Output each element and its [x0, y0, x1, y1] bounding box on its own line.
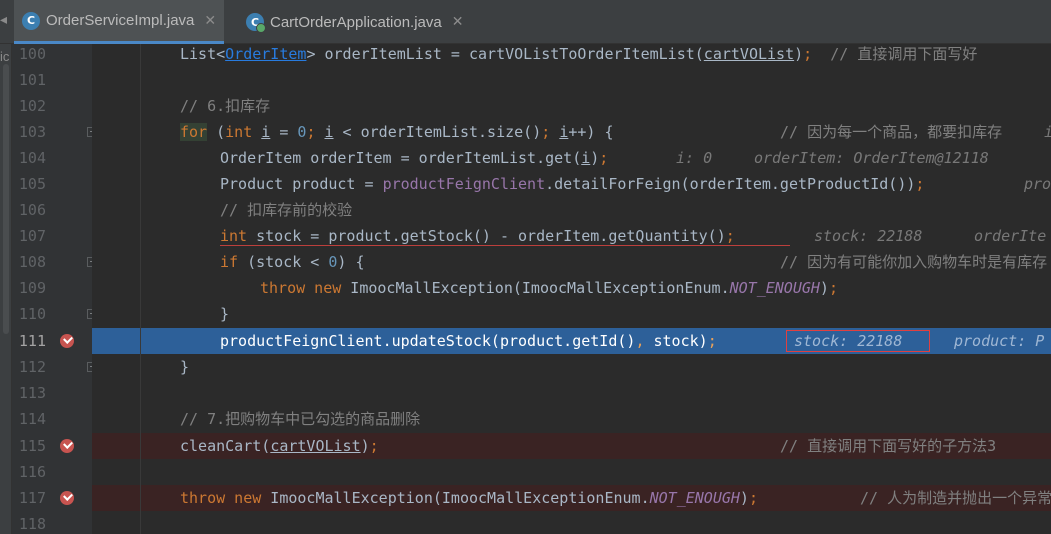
code-line[interactable]: OrderItem orderItem = orderItemList.get(… — [92, 145, 1051, 171]
line-number: 101 — [18, 71, 46, 89]
code-line[interactable]: for (int i = 0; i < orderItemList.size()… — [92, 119, 1051, 145]
code-text: Product product = productFeignClient.det… — [220, 175, 925, 193]
line-number: 115 — [18, 437, 46, 455]
code-line[interactable]: // 扣库存前的校验 — [92, 197, 1051, 223]
line-number: 108 — [18, 253, 46, 271]
line-number: 118 — [18, 515, 46, 533]
line-number: 100 — [18, 45, 46, 63]
line-number: 105 — [18, 175, 46, 193]
code-line[interactable]: int stock = product.getStock() - orderIt… — [92, 223, 1051, 249]
code-text: throw new ImoocMallException(ImoocMallEx… — [180, 489, 758, 507]
code-text: for (int i = 0; i < orderItemList.size()… — [180, 123, 614, 141]
code-text: productFeignClient.updateStock(product.g… — [220, 332, 717, 350]
code-line[interactable]: } — [92, 301, 1051, 327]
scroll-left-icon[interactable]: ◂ — [0, 12, 12, 32]
debug-inline-value: orderIte — [974, 227, 1047, 245]
breakpoint-icon[interactable] — [60, 334, 74, 348]
code-editor[interactable]: List<OrderItem> orderItemList = cartVOLi… — [92, 44, 1051, 534]
code-comment: // 7.把购物车中已勾选的商品删除 — [180, 410, 421, 428]
code-text: } — [180, 358, 190, 376]
code-line[interactable]: Product product = productFeignClient.det… — [92, 171, 1051, 197]
code-line[interactable]: } — [92, 354, 1051, 380]
line-number: 110 — [18, 305, 46, 323]
code-comment: // 因为有可能你加入购物车时是有库存 — [780, 253, 1048, 271]
class-icon: C — [22, 11, 40, 30]
debug-inline-value: product: P — [954, 332, 1045, 350]
close-icon[interactable]: ✕ — [204, 13, 216, 29]
line-number: 113 — [18, 384, 46, 402]
debug-inline-value: pro — [1024, 175, 1051, 193]
structure-panel-edge: ic — [0, 44, 12, 534]
line-number: 114 — [18, 410, 46, 428]
line-number: 112 — [18, 358, 46, 376]
panel-scrollbar[interactable] — [3, 64, 9, 334]
line-number: 117 — [18, 489, 46, 507]
code-comment: // 6.扣库存 — [180, 97, 271, 115]
debug-inline-value: orderItem: OrderItem@12118 — [754, 149, 989, 167]
code-text: List<OrderItem> orderItemList = cartVOLi… — [180, 45, 978, 63]
tab-label: OrderServiceImpl.java — [46, 12, 195, 29]
breakpoint-line[interactable]: throw new ImoocMallException(ImoocMallEx… — [92, 485, 1051, 511]
line-number: 103 — [18, 123, 46, 141]
close-icon[interactable]: ✕ — [452, 14, 464, 30]
tab-cart-order-application[interactable]: C CartOrderApplication.java ✕ — [238, 0, 471, 44]
editor-gutter: 100 101 102 103 104 105 106 107 108 109 … — [12, 44, 97, 534]
code-text: if (stock < 0) { — [220, 253, 365, 271]
debug-inline-value: stock: 22188 — [794, 332, 903, 350]
breakpoint-line[interactable]: cleanCart(cartVOList); // 直接调用下面写好的子方法3 — [92, 433, 1051, 459]
code-text: throw new ImoocMallException(ImoocMallEx… — [260, 279, 838, 297]
indent-guide — [140, 44, 141, 534]
code-text: } — [220, 305, 230, 323]
debug-inline-value: stock: 22188 — [814, 227, 923, 245]
code-comment: // 直接调用下面写好的子方法3 — [780, 437, 997, 455]
code-line[interactable]: if (stock < 0) { // 因为有可能你加入购物车时是有库存 — [92, 249, 1051, 275]
tab-order-service-impl[interactable]: C OrderServiceImpl.java ✕ — [14, 0, 225, 44]
class-icon: C — [246, 13, 266, 33]
code-line[interactable]: // 6.扣库存 — [92, 93, 1051, 119]
code-line[interactable]: // 7.把购物车中已勾选的商品删除 — [92, 406, 1051, 432]
code-line[interactable]: List<OrderItem> orderItemList = cartVOLi… — [92, 44, 1051, 67]
line-number-current: 111 — [18, 332, 46, 350]
line-number: 109 — [18, 279, 46, 297]
code-text: cleanCart(cartVOList); — [180, 437, 379, 455]
line-number: 116 — [18, 463, 46, 481]
code-comment: // 人为制造并抛出一个异常 — [860, 489, 1051, 507]
current-execution-line[interactable]: productFeignClient.updateStock(product.g… — [92, 328, 1051, 354]
editor-tab-bar: ◂ C OrderServiceImpl.java ✕ C CartOrderA… — [0, 0, 1051, 44]
debug-inline-value: i: 0 — [676, 149, 713, 167]
code-comment: // 扣库存前的校验 — [220, 201, 353, 219]
tab-label: CartOrderApplication.java — [270, 13, 442, 31]
line-number: 107 — [18, 227, 46, 245]
breakpoint-icon[interactable] — [60, 439, 74, 453]
code-comment: // 因为每一个商品，都要扣库存 — [780, 123, 1003, 141]
line-number: 106 — [18, 201, 46, 219]
code-line[interactable]: throw new ImoocMallException(ImoocMallEx… — [92, 275, 1051, 301]
debug-inline-value: i — [1044, 119, 1051, 145]
breakpoint-icon[interactable] — [60, 491, 74, 505]
code-text: OrderItem orderItem = orderItemList.get(… — [220, 149, 609, 167]
panel-label: ic — [0, 49, 10, 64]
warning-underline — [220, 245, 790, 246]
line-number: 104 — [18, 149, 46, 167]
line-number: 102 — [18, 97, 46, 115]
